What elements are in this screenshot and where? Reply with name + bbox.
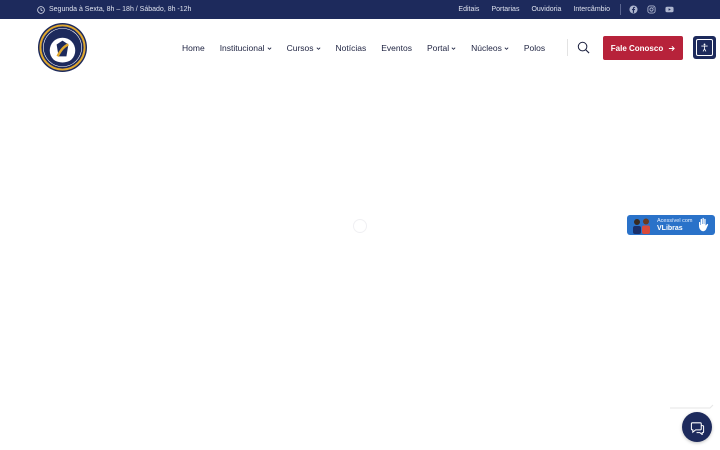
arrow-right-icon bbox=[669, 45, 676, 51]
nav-portal-label: Portal bbox=[426, 43, 450, 53]
chevron-down-icon bbox=[316, 46, 320, 50]
divider bbox=[620, 4, 621, 15]
chat-icon bbox=[690, 421, 704, 435]
vlibras-label-top: Acessível com bbox=[657, 218, 693, 224]
link-intercambio[interactable]: Intercâmbio bbox=[573, 6, 610, 13]
clock-icon bbox=[37, 5, 45, 14]
nav-eventos-label: Eventos bbox=[381, 43, 412, 53]
nav-polos-label: Polos bbox=[523, 43, 546, 53]
accessibility-icon bbox=[701, 43, 708, 52]
nav-home[interactable]: Home bbox=[182, 43, 205, 53]
nav-polos[interactable]: Polos bbox=[524, 43, 545, 53]
nav-institucional-label: Institucional bbox=[219, 43, 265, 53]
nav-nucleos-label: Núcleos bbox=[471, 43, 502, 53]
accessibility-icon-frame bbox=[696, 39, 713, 56]
contact-button-label: Fale Conosco bbox=[610, 43, 664, 53]
divider bbox=[567, 39, 568, 56]
loading-spinner bbox=[353, 219, 367, 233]
sign-language-hand-icon bbox=[699, 217, 709, 232]
accessibility-button[interactable] bbox=[693, 36, 716, 59]
contact-button[interactable]: Fale Conosco bbox=[603, 36, 683, 60]
nav-noticias-label: Notícias bbox=[335, 43, 367, 53]
chevron-down-icon bbox=[504, 46, 509, 50]
nav-eventos[interactable]: Eventos bbox=[381, 43, 412, 53]
search-icon[interactable] bbox=[577, 41, 590, 54]
nav-noticias[interactable]: Notícias bbox=[336, 43, 367, 53]
main-header: Home Institucional Cursos Notícias Event… bbox=[0, 19, 720, 77]
social-links bbox=[629, 5, 674, 14]
link-editais[interactable]: Editais bbox=[458, 6, 479, 13]
top-links: Editais Portarias Ouvidoria Intercâmbio bbox=[446, 0, 720, 19]
vlibras-label-bottom: VLibras bbox=[657, 225, 683, 232]
fatesp-logo[interactable] bbox=[37, 21, 88, 74]
business-hours: Segunda à Sexta, 8h – 18h / Sábado, 8h -… bbox=[37, 0, 191, 19]
top-bar: Segunda à Sexta, 8h – 18h / Sábado, 8h -… bbox=[0, 0, 720, 19]
recaptcha-badge-edge bbox=[670, 404, 714, 409]
vlibras-avatars-icon bbox=[633, 218, 650, 234]
chevron-down-icon bbox=[267, 46, 272, 50]
facebook-icon[interactable] bbox=[629, 5, 638, 14]
nav-cursos[interactable]: Cursos bbox=[287, 43, 321, 53]
main-nav: Home Institucional Cursos Notícias Event… bbox=[182, 19, 560, 77]
link-portarias[interactable]: Portarias bbox=[491, 6, 519, 13]
youtube-icon[interactable] bbox=[665, 5, 674, 14]
chat-button[interactable] bbox=[682, 412, 712, 442]
nav-portal[interactable]: Portal bbox=[427, 43, 456, 53]
nav-nucleos[interactable]: Núcleos bbox=[471, 43, 509, 53]
nav-institucional[interactable]: Institucional bbox=[220, 43, 272, 53]
link-ouvidoria[interactable]: Ouvidoria bbox=[531, 6, 561, 13]
nav-home-label: Home bbox=[182, 43, 205, 53]
business-hours-text: Segunda à Sexta, 8h – 18h / Sábado, 8h -… bbox=[49, 6, 192, 13]
nav-cursos-label: Cursos bbox=[286, 43, 314, 53]
instagram-icon[interactable] bbox=[647, 5, 656, 14]
chevron-down-icon bbox=[451, 46, 456, 50]
vlibras-widget[interactable]: Acessível com VLibras bbox=[627, 215, 715, 235]
